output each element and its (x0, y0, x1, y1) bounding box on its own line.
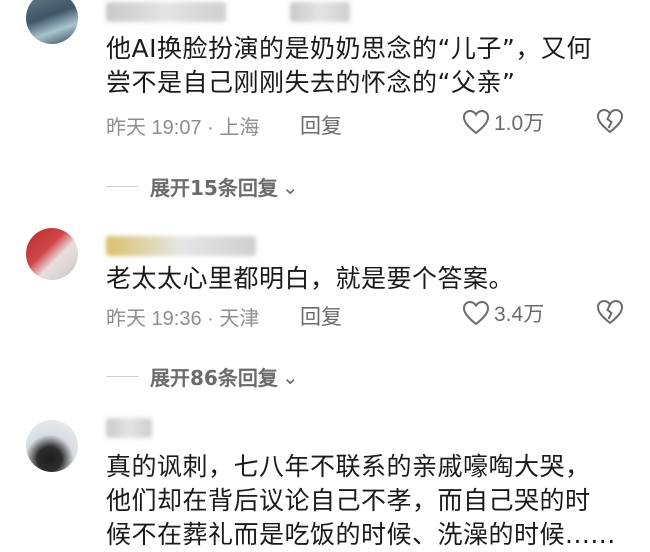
avatar[interactable] (26, 228, 78, 280)
reply-button[interactable]: 回复 (300, 301, 342, 331)
avatar[interactable] (26, 420, 78, 472)
comment-line: 老太太心里都明白，就是要个答案。 (106, 264, 515, 293)
username-blurred[interactable] (106, 2, 226, 22)
chevron-down-icon: ⌄ (281, 174, 299, 199)
comment-text: 真的讽刺，七八年不联系的亲戚嚎啕大哭， 他们却在背后议论自己不孝，而自己哭的时 … (106, 450, 626, 552)
username-blurred (290, 2, 350, 22)
chevron-down-icon: ⌄ (281, 364, 299, 389)
heart-outline-icon (462, 109, 490, 135)
comment-line: 他AI换脸扮演的是奶奶思念的“儿子”，又何 (106, 34, 592, 63)
like-count: 1.0万 (494, 112, 545, 135)
expand-replies-button[interactable]: 展开86条回复 ⌄ (106, 362, 299, 391)
divider-line (106, 186, 138, 187)
expand-replies-button[interactable]: 展开15条回复 ⌄ (106, 172, 299, 201)
dislike-button[interactable] (596, 299, 624, 329)
comment-line: 真的讽刺，七八年不联系的亲戚嚎啕大哭， (106, 452, 591, 481)
dislike-button[interactable] (596, 108, 624, 138)
comment-timestamp: 昨天 19:07 · 上海 (106, 117, 260, 139)
username-blurred[interactable] (106, 236, 256, 256)
broken-heart-icon (596, 299, 624, 325)
comment-line: 候不在葬礼而是吃饭的时候、洗澡的时候...... (106, 520, 616, 549)
heart-outline-icon (462, 300, 490, 326)
comment-text: 老太太心里都明白，就是要个答案。 (106, 262, 626, 296)
comment-timestamp: 昨天 19:36 · 天津 (106, 308, 260, 330)
expand-label: 展开15条回复 (150, 176, 278, 200)
comment-line: 他们却在背后议论自己不孝，而自己哭的时 (106, 486, 591, 515)
comment-line: 尝不是自己刚刚失去的怀念的“父亲” (106, 68, 516, 97)
broken-heart-icon (596, 108, 624, 134)
reply-button[interactable]: 回复 (300, 110, 342, 140)
comment-text: 他AI换脸扮演的是奶奶思念的“儿子”，又何 尝不是自己刚刚失去的怀念的“父亲” (106, 32, 626, 100)
avatar[interactable] (26, 0, 78, 44)
like-count: 3.4万 (494, 303, 545, 326)
like-button[interactable]: 3.4万 (462, 298, 544, 328)
divider-line (106, 376, 138, 377)
username-blurred[interactable] (106, 418, 152, 438)
like-button[interactable]: 1.0万 (462, 107, 544, 137)
expand-label: 展开86条回复 (150, 366, 278, 390)
